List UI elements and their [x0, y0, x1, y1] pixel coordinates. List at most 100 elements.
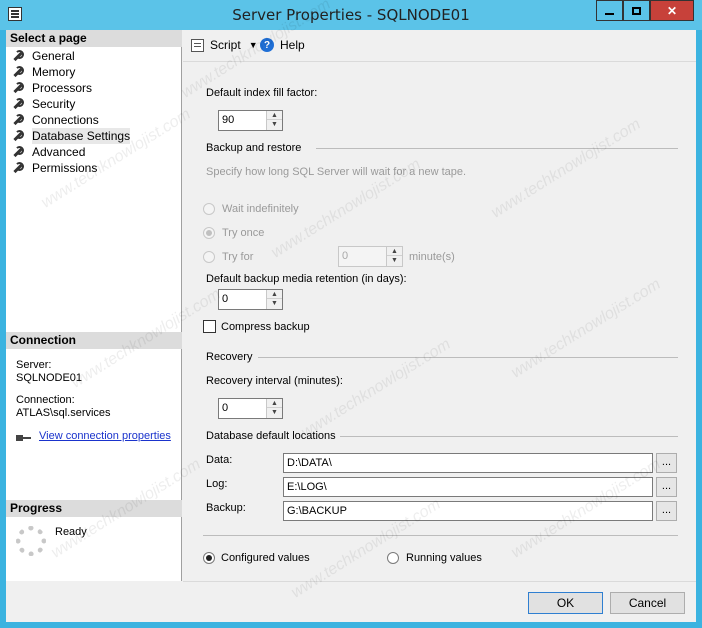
help-button[interactable]: ? Help: [260, 38, 305, 52]
fill-factor-value: 90: [222, 114, 235, 126]
data-path-label: Data:: [206, 454, 233, 466]
page-item-label: Advanced: [32, 145, 86, 159]
dialog-client-area: Select a page General Memory Processors …: [6, 30, 696, 622]
server-label: Server:: [16, 359, 52, 371]
spin-up-icon[interactable]: ▲: [387, 247, 402, 256]
log-path-browse-button[interactable]: ...: [656, 477, 677, 497]
page-item-label: Database Settings: [32, 128, 131, 144]
wrench-icon: [12, 162, 24, 174]
compress-backup-checkbox[interactable]: [203, 320, 216, 333]
spin-down-icon[interactable]: ▼: [387, 256, 402, 265]
page-item-permissions[interactable]: Permissions: [12, 160, 97, 176]
server-value: SQLNODE01: [16, 372, 83, 384]
try-for-value: 0: [342, 250, 349, 262]
spin-down-icon[interactable]: ▼: [267, 408, 282, 417]
spin-down-icon[interactable]: ▼: [267, 120, 282, 129]
backup-path-label: Backup:: [206, 502, 246, 514]
recovery-interval-label: Recovery interval (minutes):: [206, 375, 343, 387]
script-label: Script: [210, 38, 241, 52]
wrench-icon: [12, 146, 24, 158]
page-item-label: General: [32, 49, 75, 63]
spin-up-icon[interactable]: ▲: [267, 290, 282, 299]
page-item-security[interactable]: Security: [12, 96, 75, 112]
wrench-icon: [12, 130, 24, 142]
script-button[interactable]: Script ▼: [191, 38, 258, 52]
select-page-header: Select a page: [6, 30, 182, 47]
title-bar[interactable]: Server Properties - SQLNODE01 ✕: [0, 0, 702, 30]
cancel-button[interactable]: Cancel: [610, 592, 685, 614]
maximize-button[interactable]: [623, 0, 650, 21]
left-pane: Select a page General Memory Processors …: [6, 30, 182, 581]
page-item-label: Connections: [32, 113, 99, 127]
wrench-icon: [12, 66, 24, 78]
configured-values-radio[interactable]: [203, 552, 215, 564]
progress-spinner-icon: [16, 526, 46, 556]
maximize-icon: [632, 6, 641, 15]
wrench-icon: [12, 82, 24, 94]
recovery-label: Recovery: [206, 351, 253, 363]
page-item-connections[interactable]: Connections: [12, 112, 99, 128]
help-icon: ?: [260, 38, 274, 52]
connection-label: Connection:: [16, 394, 75, 406]
try-for-label: Try for: [222, 251, 254, 263]
fill-factor-spinner[interactable]: 90 ▲ ▼: [218, 110, 283, 131]
try-once-label: Try once: [222, 227, 265, 239]
view-connection-properties-link[interactable]: View connection properties: [39, 430, 171, 442]
spin-down-icon[interactable]: ▼: [267, 299, 282, 308]
try-for-spinner[interactable]: 0 ▲ ▼: [338, 246, 403, 267]
recovery-interval-value: 0: [222, 402, 229, 414]
toolbar: Script ▼ ? Help: [183, 30, 696, 62]
wrench-icon: [12, 50, 24, 62]
try-once-radio[interactable]: [203, 227, 215, 239]
spin-up-icon[interactable]: ▲: [267, 111, 282, 120]
chevron-down-icon[interactable]: ▼: [249, 40, 258, 50]
try-for-radio[interactable]: [203, 251, 215, 263]
page-item-general[interactable]: General: [12, 48, 75, 64]
data-path-input[interactable]: D:\DATA\: [283, 453, 653, 473]
backup-restore-label: Backup and restore: [206, 142, 302, 154]
log-path-label: Log:: [206, 478, 228, 490]
page-item-label: Processors: [32, 81, 93, 95]
plug-icon: [16, 431, 32, 443]
wrench-icon: [12, 98, 24, 110]
page-item-memory[interactable]: Memory: [12, 64, 75, 80]
page-item-label: Permissions: [32, 161, 98, 175]
page-item-database-settings[interactable]: Database Settings: [12, 128, 131, 144]
group-divider: [258, 357, 678, 358]
recovery-interval-spinner[interactable]: 0 ▲ ▼: [218, 398, 283, 419]
close-icon: ✕: [666, 3, 678, 18]
running-values-label: Running values: [406, 552, 482, 564]
log-path-input[interactable]: E:\LOG\: [283, 477, 653, 497]
running-values-radio[interactable]: [387, 552, 399, 564]
script-icon: [191, 38, 204, 52]
connection-header: Connection: [6, 332, 182, 349]
group-divider: [340, 436, 678, 437]
spin-up-icon[interactable]: ▲: [267, 399, 282, 408]
minimize-icon: [605, 12, 614, 15]
wrench-icon: [12, 114, 24, 126]
tape-description: Specify how long SQL Server will wait fo…: [206, 166, 467, 178]
page-item-advanced[interactable]: Advanced: [12, 144, 85, 160]
configured-values-label: Configured values: [221, 552, 310, 564]
connection-value: ATLAS\sql.services: [16, 407, 111, 419]
retention-spinner[interactable]: 0 ▲ ▼: [218, 289, 283, 310]
compress-backup-label: Compress backup: [221, 321, 310, 333]
server-properties-window: Server Properties - SQLNODE01 ✕ Select a…: [0, 0, 702, 628]
ok-button[interactable]: OK: [528, 592, 603, 614]
page-item-processors[interactable]: Processors: [12, 80, 92, 96]
progress-header: Progress: [6, 500, 182, 517]
group-divider: [316, 148, 678, 149]
wait-indefinitely-label: Wait indefinitely: [222, 203, 299, 215]
minimize-button[interactable]: [596, 0, 623, 21]
backup-path-browse-button[interactable]: ...: [656, 501, 677, 521]
footer-divider: [183, 581, 696, 582]
retention-label: Default backup media retention (in days)…: [206, 273, 407, 285]
page-item-label: Memory: [32, 65, 76, 79]
progress-status: Ready: [55, 526, 87, 538]
data-path-browse-button[interactable]: ...: [656, 453, 677, 473]
retention-value: 0: [222, 293, 229, 305]
page-item-label: Security: [32, 97, 76, 111]
close-button[interactable]: ✕: [650, 0, 694, 21]
backup-path-input[interactable]: G:\BACKUP: [283, 501, 653, 521]
wait-indefinitely-radio[interactable]: [203, 203, 215, 215]
